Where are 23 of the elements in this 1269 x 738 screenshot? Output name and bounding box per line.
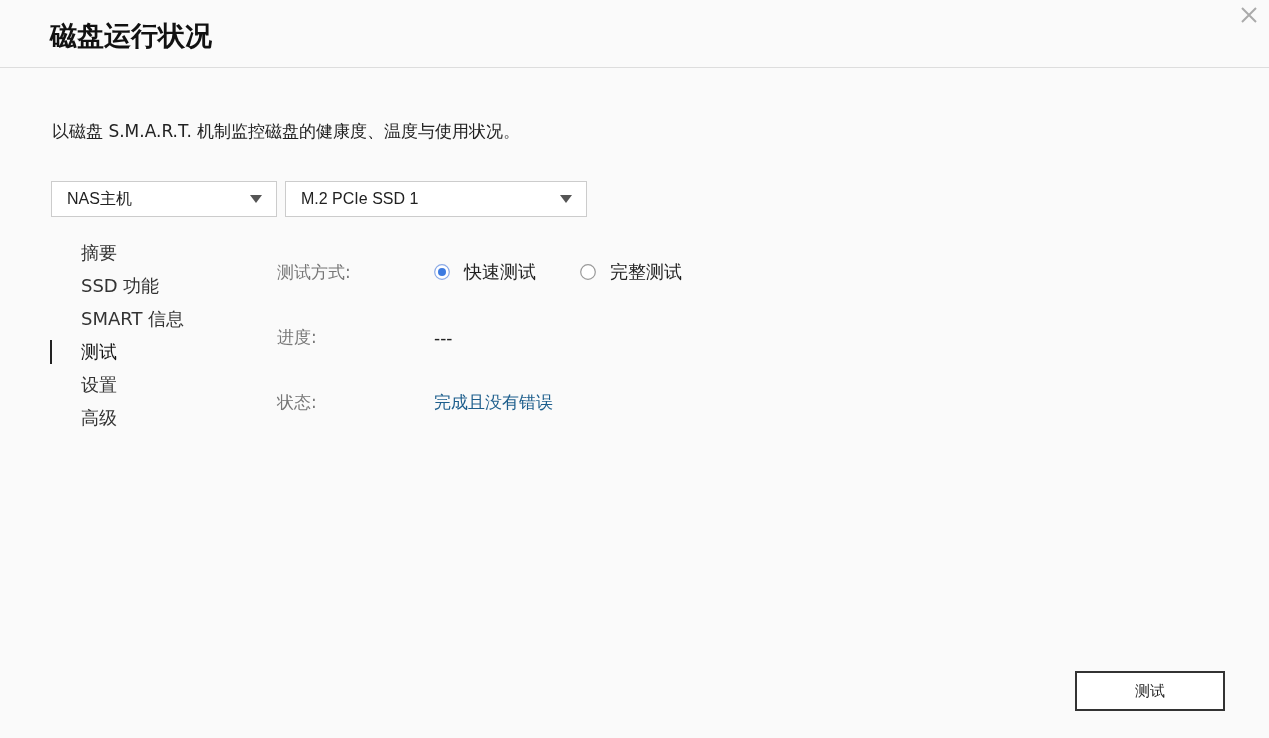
field-label: 测试方式: — [277, 260, 352, 284]
caret-icon — [250, 195, 262, 203]
sidebar-item[interactable]: 测试 — [50, 340, 277, 364]
sidebar-item[interactable]: 设置 — [50, 373, 277, 397]
radio-option[interactable]: 快速测试 — [434, 260, 536, 284]
dropdown-field[interactable]: M.2 PCIe SSD 1 — [285, 181, 587, 217]
window-title: 磁盘运行状况 — [50, 18, 212, 53]
field-label: 状态: — [277, 391, 318, 414]
field-label: 进度: — [277, 326, 318, 349]
radio-button[interactable] — [434, 264, 450, 280]
progress-value: --- — [434, 327, 454, 348]
sidebar-item[interactable]: 高级 — [50, 406, 277, 430]
dropdown-field[interactable]: NAS主机 — [51, 181, 277, 217]
radio-option[interactable]: 完整测试 — [580, 260, 682, 284]
test-button[interactable]: 测试 — [1075, 671, 1225, 711]
sidebar-item[interactable]: SSD 功能 — [50, 274, 277, 298]
caret-icon — [560, 195, 572, 203]
description-text: 以磁盘 S.M.A.R.T. 机制监控磁盘的健康度、温度与使用状况。 — [52, 120, 522, 143]
sidebar-item[interactable]: SMART 信息 — [50, 307, 277, 331]
sidebar-item[interactable]: 摘要 — [50, 241, 277, 265]
status-value: 完成且没有错误 — [434, 391, 554, 414]
radio-button[interactable] — [580, 264, 596, 280]
close-icon[interactable] — [1239, 5, 1259, 25]
